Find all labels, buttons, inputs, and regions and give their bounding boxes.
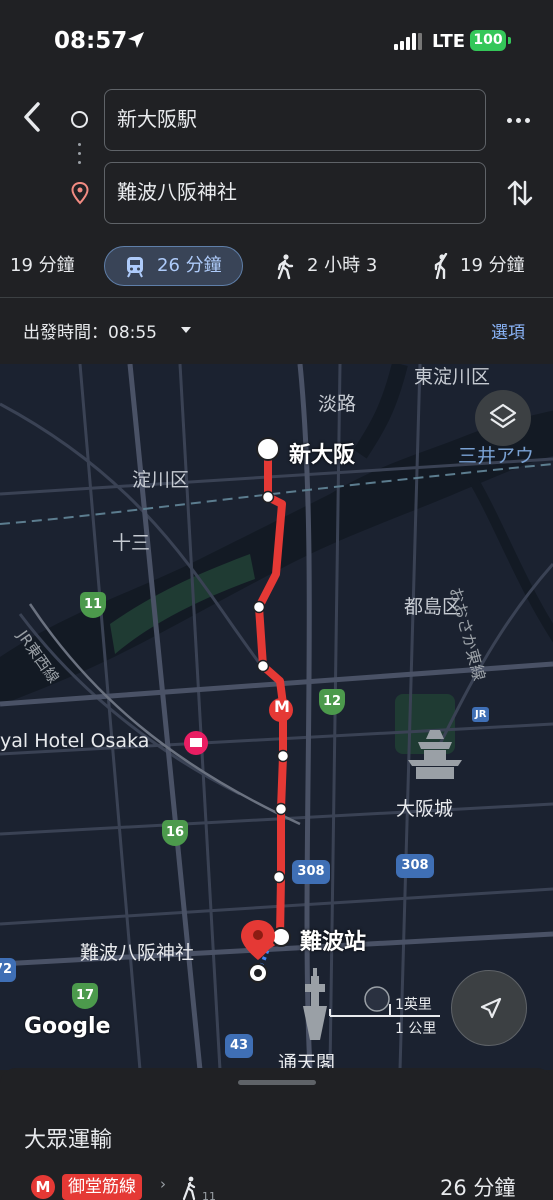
road-shield-16: 16 [162,820,188,846]
battery-tip [508,37,511,44]
tab-ride[interactable]: 19 分鐘 [428,244,525,288]
map-label-namba-station: 難波站 [300,930,367,955]
caret-down-icon[interactable] [181,327,191,333]
tab-walk-label: 2 小時 3 [307,255,378,276]
map-label-juso: 十三 [112,532,151,554]
status-time: 08:57 [54,28,128,54]
origin-input[interactable]: 新大阪駅 [104,89,486,151]
road-shield-12: 12 [319,689,345,715]
origin-dot-icon [71,111,88,128]
road-shield-11: 11 [80,592,106,618]
map-view[interactable]: 東淀川区 淡路 新大阪 三井アウ 淀川区 十三 都島区 おおさか東線 JR東西線… [0,364,553,1070]
sheet-title: 大眾運輸 [24,1128,113,1153]
route-connector-dots [78,143,82,169]
departure-time-selector[interactable]: 出發時間：08:55 [23,318,157,343]
google-attribution: Google [24,1014,111,1039]
more-options-icon[interactable] [503,108,535,132]
my-location-button[interactable] [451,970,527,1046]
tab-walk[interactable]: 2 小時 3 [273,244,377,288]
map-label-shin-osaka: 新大阪 [289,443,356,468]
metro-icon: M [31,1175,55,1199]
map-label-awaji: 淡路 [318,393,357,415]
destination-pin-icon [71,181,89,205]
road-shield-308-a: 308 [292,860,330,884]
route-bottom-sheet[interactable]: 大眾運輸 M 御堂筋線 › 11 26 分鐘 [0,1068,553,1200]
map-label-royal-hotel: yal Hotel Osaka [0,730,150,752]
road-shield-43: 43 [225,1034,253,1058]
jr-station-badge: JR [472,707,490,722]
line-name-badge: 御堂筋線 [62,1174,142,1200]
tab-transit-label: 26 分鐘 [157,255,222,276]
cellular-signal-icon [394,32,422,50]
origin-station-marker [256,437,280,461]
walking-icon [277,254,294,280]
map-label-tsutenkaku: 通天閣 [278,1052,336,1070]
header-divider [0,297,553,298]
travel-mode-tabs: 19 分鐘 26 分鐘 2 小時 3 19 分鐘 [0,244,553,290]
back-button[interactable] [14,98,50,136]
road-shield-72: 72 [0,958,16,982]
swap-direction-icon[interactable] [505,176,535,210]
map-label-namba-yasaka: 難波八阪神社 [80,942,195,964]
options-link[interactable]: 選項 [491,318,525,343]
map-label-yodogawa: 淀川区 [132,469,190,491]
road-shield-308-b: 308 [396,854,434,878]
ride-hail-icon [434,253,448,279]
scale-km-label: 1 公里 [395,1021,437,1037]
road-shield-17: 17 [72,983,98,1009]
map-label-osaka-castle: 大阪城 [396,798,454,820]
tab-drive[interactable]: 19 分鐘 [10,244,75,288]
metro-transfer-letter: M [274,697,290,716]
tab-ride-label: 19 分鐘 [460,255,525,276]
layers-icon [489,403,517,429]
train-icon [127,257,143,278]
network-type: LTE [432,31,466,52]
sheet-drag-handle[interactable] [238,1080,316,1085]
tab-drive-label: 19 分鐘 [10,255,75,276]
destination-input[interactable]: 難波八阪神社 [104,162,486,224]
chevron-right-icon: › [160,1175,166,1193]
map-label-higashiyodogawa: 東淀川区 [414,366,491,388]
map-layers-button[interactable] [475,390,531,446]
navigation-arrow-icon [480,997,502,1019]
status-bar: 08:57 LTE 100 [0,0,553,80]
location-arrow-icon [128,32,144,48]
walk-minutes: 11 [202,1190,216,1200]
scale-miles-label: 1英里 [395,997,432,1013]
battery-indicator: 100 [470,30,506,51]
trip-duration: 26 分鐘 [440,1176,516,1200]
tab-transit[interactable]: 26 分鐘 [104,246,243,286]
walking-icon-small [182,1176,196,1200]
